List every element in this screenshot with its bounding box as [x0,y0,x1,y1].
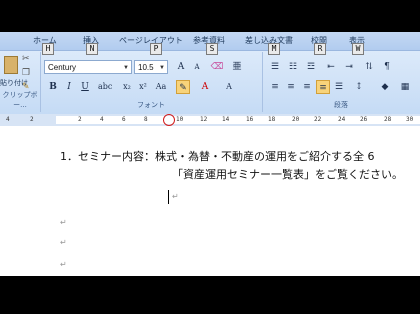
ruler-number: 4 [100,116,104,123]
paragraph-group: ☰ ☷ ☲ ⇤ ⇥ ⇅ ¶ ≡ ≡ ≡ ≡ ☰ ↕ ◆ ▦ 段落 [262,52,420,112]
align-left-icon[interactable]: ≡ [268,80,282,94]
distributed-icon[interactable]: ☰ [332,80,346,94]
shading-icon[interactable]: ◆ [378,80,392,94]
ruler-number: 18 [268,116,276,123]
clipboard-group-label: クリップボー... [2,91,38,109]
show-marks-icon[interactable]: ¶ [380,60,394,74]
underline-button[interactable]: U [78,80,92,94]
bullets-icon[interactable]: ☰ [268,60,282,74]
font-name-value: Century [48,63,77,72]
paragraph-mark: ↵ [60,238,67,247]
phonetic-guide-icon[interactable]: 亜 [230,60,244,74]
ruler-number: 4 [6,116,10,123]
numbering-icon[interactable]: ☷ [286,60,300,74]
align-center-icon[interactable]: ≡ [284,80,298,94]
character-shading-icon[interactable]: A [222,80,236,94]
multilevel-list-icon[interactable]: ☲ [304,60,318,74]
decrease-indent-icon[interactable]: ⇤ [324,60,338,74]
highlight-color-icon[interactable]: ✎ [176,80,190,94]
strikethrough-icon[interactable]: abc [98,80,112,94]
ruler-number: 30 [406,116,414,123]
italic-button[interactable]: I [62,80,76,94]
superscript-icon[interactable]: x² [136,80,150,94]
ruler-number: 6 [122,116,126,123]
paste-icon[interactable] [4,56,18,74]
font-size-value: 10.5 [138,63,154,72]
ruler-number: 26 [360,116,368,123]
copy-icon[interactable]: ❐ [22,68,30,78]
ruler-number: 2 [30,116,34,123]
paragraph-mark: ↵ [172,192,179,201]
increase-indent-icon[interactable]: ⇥ [342,60,356,74]
font-size-combo[interactable]: 10.5 ▼ [134,60,168,74]
chevron-down-icon: ▼ [123,65,129,71]
ruler-number: 16 [246,116,254,123]
font-color-button[interactable]: A [198,80,212,94]
sort-icon[interactable]: ⇅ [362,60,376,74]
subscript-icon[interactable]: x₂ [120,80,134,94]
borders-icon[interactable]: ▦ [398,80,412,94]
align-right-icon[interactable]: ≡ [300,80,314,94]
justify-icon[interactable]: ≡ [316,80,330,94]
clear-format-icon[interactable]: ⌫ [210,60,224,74]
document-page[interactable]: 1．セミナー内容：株式・為替・不動産の運用をご紹介する全 6 「資産運用セミナー… [0,126,420,276]
document-line-2: 「資産運用セミナー一覧表」をご覧ください。 [172,168,403,181]
bold-button[interactable]: B [46,80,60,94]
ribbon: ホーム 挿入 ページレイアウト 参考資料 差し込み文書 校閲 表示 H N P … [0,32,420,115]
font-group: Century ▼ 10.5 ▼ A A ⌫ 亜 B I U abc x₂ x²… [40,52,263,112]
shrink-font-button[interactable]: A [190,60,204,74]
chevron-down-icon: ▼ [159,65,165,71]
paste-label[interactable]: 貼り付け [0,78,28,88]
ruler-number: 24 [338,116,346,123]
annotation-circle [163,114,175,126]
font-name-combo[interactable]: Century ▼ [44,60,132,74]
clipboard-group: ✂ ❐ ✎ 貼り付け クリップボー... [0,52,41,112]
grow-font-button[interactable]: A [174,60,188,74]
document-line-1: 1．セミナー内容：株式・為替・不動産の運用をご紹介する全 6 [60,150,375,163]
ruler-number: 14 [222,116,230,123]
line-spacing-icon[interactable]: ↕ [352,80,366,94]
paragraph-mark: ↵ [60,260,67,269]
font-group-label: フォント [137,101,165,109]
change-case-icon[interactable]: Aa [154,80,168,94]
paragraph-group-label: 段落 [334,101,348,109]
ruler-number: 8 [144,116,148,123]
ruler-number: 20 [292,116,300,123]
cut-icon[interactable]: ✂ [22,54,30,64]
text-cursor [168,190,169,204]
ruler-number: 2 [78,116,82,123]
ruler-number: 10 [176,116,184,123]
paragraph-mark: ↵ [60,218,67,227]
ruler-number: 28 [384,116,392,123]
ribbon-tabs: ホーム 挿入 ページレイアウト 参考資料 差し込み文書 校閲 表示 H N P … [0,32,420,55]
ruler-number: 22 [314,116,322,123]
ruler-number: 12 [200,116,208,123]
